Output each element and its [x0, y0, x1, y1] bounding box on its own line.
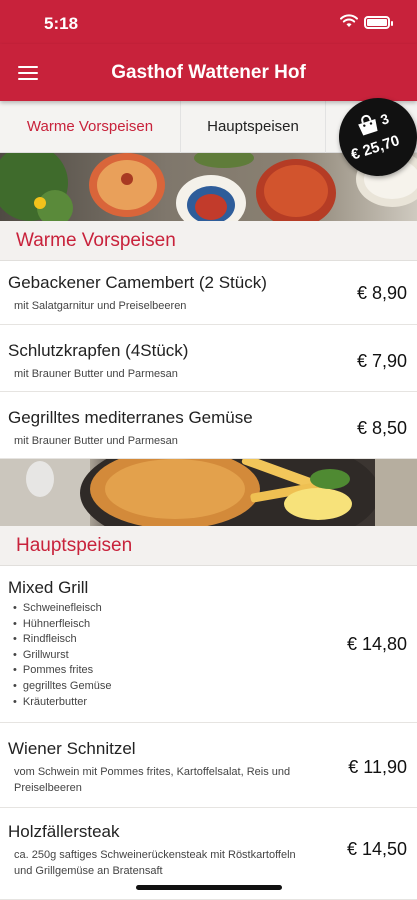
menu-item[interactable]: Mixed Grill Schweinefleisch Hühnerfleisc… [0, 566, 417, 723]
section-title-hauptspeisen: Hauptspeisen [0, 526, 417, 566]
menu-item[interactable]: Schlutzkrapfen (4Stück) mit Brauner Butt… [0, 325, 417, 392]
menu-item[interactable]: Wiener Schnitzel vom Schwein mit Pommes … [0, 723, 417, 808]
wifi-icon [340, 14, 358, 33]
battery-icon [364, 16, 393, 29]
item-description: ca. 250g saftiges Schweinerückensteak mi… [14, 849, 296, 877]
schnitzel-banner-image [0, 459, 417, 526]
page-title: Gasthof Wattener Hof [111, 62, 306, 83]
item-ingredients-list: Schweinefleisch Hühnerfleisch Rindfleisc… [13, 601, 112, 710]
item-price: € 14,80 [346, 634, 407, 654]
item-name: Schlutzkrapfen (4Stück) [8, 341, 189, 360]
ingredient: Rindfleisch [13, 632, 112, 648]
item-description: mit Brauner Butter und Parmesan [14, 435, 178, 447]
item-price: € 14,50 [346, 839, 407, 859]
menu-item[interactable]: Gebackener Camembert (2 Stück) mit Salat… [0, 261, 417, 325]
item-description: mit Brauner Butter und Parmesan [14, 368, 178, 380]
item-name: Holzfällersteak [8, 822, 120, 841]
tab-warme-vorspeisen[interactable]: Warme Vorspeisen [0, 101, 181, 153]
tab-hauptspeisen[interactable]: Hauptspeisen [181, 101, 326, 153]
ingredient: Kräuterbutter [13, 695, 112, 711]
item-name: Gegrilltes mediterranes Gemüse [8, 408, 253, 427]
ingredient: Pommes frites [13, 663, 112, 679]
item-name: Gebackener Camembert (2 Stück) [8, 273, 267, 292]
item-price: € 7,90 [356, 351, 407, 371]
item-description: mit Salatgarnitur und Preiselbeeren [14, 300, 187, 312]
section-title-warme-vorspeisen: Warme Vorspeisen [0, 221, 417, 261]
ingredient: Grillwurst [13, 648, 112, 664]
item-price: € 8,90 [356, 283, 407, 303]
cart-count: 3 [378, 110, 391, 128]
status-time: 5:18 [44, 14, 79, 33]
ingredient: Schweinefleisch [13, 601, 112, 617]
item-price: € 11,90 [348, 757, 407, 777]
status-bar: 5:18 [0, 0, 417, 44]
ingredient: Hühnerfleisch [13, 617, 112, 633]
item-name: Wiener Schnitzel [8, 739, 136, 758]
item-description: vom Schwein mit Pommes frites, Kartoffel… [14, 766, 291, 794]
ingredient: gegrilltes Gemüse [13, 679, 112, 695]
item-price: € 8,50 [356, 418, 407, 438]
home-indicator[interactable] [136, 885, 282, 890]
item-name: Mixed Grill [8, 578, 89, 597]
menu-item[interactable]: Gegrilltes mediterranes Gemüse mit Braun… [0, 392, 417, 459]
nav-bar: Gasthof Wattener Hof [0, 44, 417, 101]
